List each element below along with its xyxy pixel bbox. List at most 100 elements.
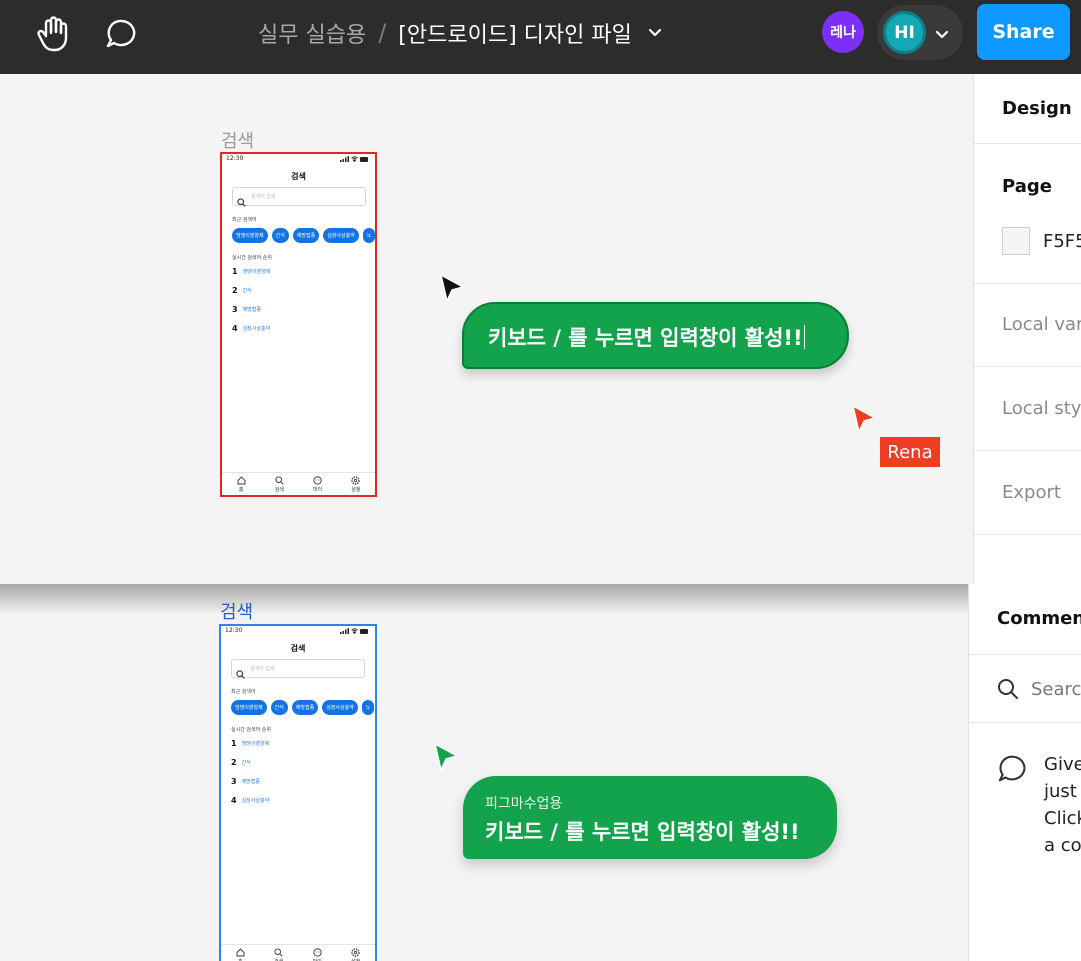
comment-draft-content: 키보드 / 를 누르면 입력창이 활성!! [488, 326, 803, 350]
avatar-hi[interactable]: HI [883, 11, 926, 54]
avatar-rena[interactable]: 레나 [822, 11, 864, 53]
tab-settings[interactable]: 설정 [341, 473, 371, 495]
recent-search-heading: 최근 검색어 [231, 689, 256, 695]
rank-item[interactable]: 1 댕댕이영양제 [232, 267, 270, 276]
rank-text: 예방접종 [242, 307, 261, 313]
tab-search[interactable]: 검색 [264, 473, 294, 495]
bottom-tab-bar: 홈 검색 마이 설정 [221, 944, 375, 961]
project-name[interactable]: 실무 실습용 [258, 17, 366, 49]
hint-line: Give [1044, 754, 1081, 775]
tab-my[interactable]: 마이 [302, 945, 332, 961]
rank-item[interactable]: 2 간식 [232, 286, 252, 295]
mobile-frame-search[interactable]: 12:30 검색 검색어 입력 최근 검색어 댕댕이영양제 간식 예방접종 심장… [220, 152, 377, 497]
bottom-tab-bar: 홈 검색 마이 설정 [222, 472, 375, 495]
file-name[interactable]: [안드로이드] 디자인 파일 [398, 17, 632, 49]
text-caret [803, 325, 805, 349]
comment-tool-icon[interactable] [102, 14, 142, 54]
search-icon [997, 678, 1019, 704]
hint-line: a co [1044, 835, 1081, 856]
share-button[interactable]: Share [977, 4, 1070, 60]
tab-home[interactable]: 홈 [226, 473, 256, 495]
tab-settings[interactable]: 설정 [341, 945, 371, 961]
gear-icon [351, 948, 360, 957]
comment-draft-bubble[interactable]: 키보드 / 를 누르면 입력창이 활성!! [462, 302, 849, 369]
rank-number: 4 [231, 796, 237, 805]
comment-draft-text[interactable]: 키보드 / 를 누르면 입력창이 활성!! [488, 322, 805, 352]
collaborator-cursor-icon [434, 743, 458, 771]
search-placeholder: 검색어 입력 [250, 666, 275, 672]
comments-search[interactable]: Searc [969, 655, 1081, 723]
chip[interactable]: 예방접종 [292, 228, 320, 243]
comment-text: 키보드 / 를 누르면 입력창이 활성!! [485, 820, 800, 844]
chip[interactable]: 노 [362, 228, 375, 243]
tab-design[interactable]: Design [1002, 98, 1072, 119]
hint-line: Click [1044, 808, 1081, 829]
rank-number: 2 [231, 758, 237, 767]
local-styles-section[interactable]: Local sty [974, 367, 1081, 451]
search-input[interactable]: 검색어 입력 [231, 659, 365, 679]
collaborator-cursor-icon [852, 405, 876, 433]
rank-text: 심장사상충약 [241, 798, 270, 804]
comments-search-placeholder[interactable]: Searc [1031, 679, 1081, 700]
comments-panel: Comment Searc Give just Click a co [968, 584, 1081, 961]
rank-item[interactable]: 3 예방접종 [232, 305, 261, 314]
search-icon [275, 476, 284, 485]
canvas-bottom[interactable] [0, 584, 968, 961]
tab-home[interactable]: 홈 [225, 945, 255, 961]
status-icons [340, 628, 369, 634]
design-panel: Design Page F5F5 Local var Local sty Exp… [973, 74, 1081, 584]
chip[interactable]: 심장사상충약 [322, 700, 358, 715]
hand-tool-icon[interactable] [34, 14, 74, 54]
export-section[interactable]: Export [974, 451, 1081, 535]
rank-number: 2 [232, 286, 238, 295]
tab-search[interactable]: 검색 [264, 945, 294, 961]
export-label[interactable]: Export [1002, 482, 1061, 503]
rank-number: 1 [231, 739, 237, 748]
rank-text: 간식 [242, 288, 252, 294]
file-title[interactable]: 실무 실습용 / [안드로이드] 디자인 파일 [258, 17, 662, 49]
rank-item[interactable]: 3 예방접종 [231, 777, 260, 786]
frame-label[interactable]: 검색 [221, 127, 254, 153]
tab-label: 마이 [313, 487, 323, 493]
local-styles-label[interactable]: Local sty [1002, 398, 1081, 419]
mouse-cursor-icon [440, 274, 464, 302]
local-variables-section[interactable]: Local var [974, 284, 1081, 367]
chip[interactable]: 간식 [271, 228, 289, 243]
comment-posted-bubble[interactable]: 피그마수업용 키보드 / 를 누르면 입력창이 활성!! [463, 776, 837, 859]
ranking-heading: 실시간 검색어 순위 [232, 255, 272, 261]
current-user-menu[interactable]: HI [877, 5, 963, 60]
comment-bubble-icon [997, 753, 1029, 789]
rank-item[interactable]: 4 심장사상충약 [232, 324, 270, 333]
comments-heading: Comment [997, 608, 1081, 629]
page-heading: Page [1002, 176, 1052, 197]
chip[interactable]: 심장사상충약 [323, 228, 359, 243]
chip[interactable]: 댕댕이영양제 [231, 700, 267, 715]
rank-item[interactable]: 1 댕댕이영양제 [231, 739, 269, 748]
local-variables-label[interactable]: Local var [1002, 314, 1081, 335]
chevron-down-icon[interactable] [935, 25, 949, 44]
rank-number: 3 [232, 305, 238, 314]
page-color-swatch[interactable] [1002, 227, 1030, 255]
screen-title: 검색 [291, 172, 306, 181]
tab-label: 홈 [238, 487, 244, 493]
chevron-down-icon[interactable] [648, 28, 662, 38]
home-icon [236, 948, 245, 957]
tab-my[interactable]: 마이 [303, 473, 333, 495]
ranking-heading: 실시간 검색어 순위 [231, 727, 271, 733]
page-color-value[interactable]: F5F5 [1043, 231, 1081, 252]
tab-label: 설정 [351, 487, 361, 493]
chip[interactable]: 댕댕이영양제 [232, 228, 268, 243]
face-icon [313, 476, 322, 485]
top-toolbar: 실무 실습용 / [안드로이드] 디자인 파일 레나 HI Share [0, 0, 1081, 74]
search-input[interactable]: 검색어 입력 [232, 187, 366, 207]
rank-item[interactable]: 4 심장사상충약 [231, 796, 269, 805]
chip[interactable]: 노 [361, 700, 375, 715]
mobile-frame-search[interactable]: 12:30 검색 검색어 입력 최근 검색어 댕댕이영양제 간식 예방접종 심장… [219, 624, 377, 961]
search-icon [274, 948, 283, 957]
frame-label[interactable]: 검색 [220, 598, 253, 624]
comment-author: 피그마수업용 [485, 796, 563, 812]
status-time: 12:30 [225, 627, 243, 634]
rank-item[interactable]: 2 간식 [231, 758, 251, 767]
chip[interactable]: 예방접종 [291, 700, 319, 715]
chip[interactable]: 간식 [270, 700, 288, 715]
